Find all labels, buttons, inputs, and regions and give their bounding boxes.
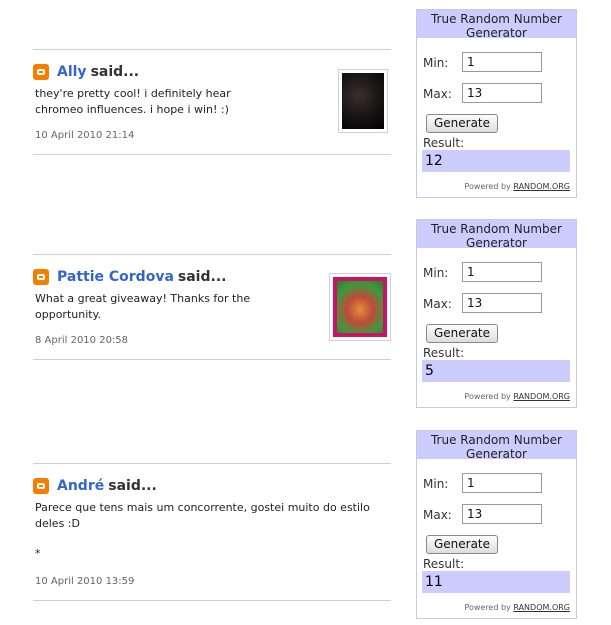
widget-title: True Random Number Generator [417,431,576,461]
widget-title: True Random Number Generator [417,220,576,250]
comment-text: What a great giveaway! Thanks for the op… [35,292,251,321]
comment-header: André said... [33,478,157,494]
max-label: Max: [423,87,452,101]
comment-block: Pattie Cordova said... What a great give… [33,254,391,360]
said-label: said... [177,269,227,285]
random-org-link[interactable]: RANDOM.ORG [513,392,570,401]
result-value: 12 [422,150,570,172]
said-label: said... [108,478,157,494]
powered-by: Powered by RANDOM.ORG [464,182,570,191]
comment-header: Pattie Cordova said... [33,269,226,285]
comment-date[interactable]: 10 April 2010 13:59 [35,576,134,587]
comment-block: Ally said... they're pretty cool! i defi… [33,49,391,155]
powered-by: Powered by RANDOM.ORG [464,392,570,401]
comment-extra: * [35,547,41,560]
powered-by-text: Powered by [464,392,511,401]
comment-header: Ally said... [33,64,139,80]
powered-by: Powered by RANDOM.ORG [464,603,570,612]
generate-button[interactable]: Generate [426,324,498,343]
min-input[interactable]: 1 [462,262,542,282]
min-label: Min: [423,56,449,70]
avatar[interactable] [338,69,388,133]
comment-date[interactable]: 8 April 2010 20:58 [35,335,128,346]
powered-by-text: Powered by [464,182,511,191]
max-input[interactable]: 13 [462,293,542,313]
result-label: Result: [423,557,465,571]
result-value: 11 [422,571,570,593]
blogger-icon [33,478,49,494]
min-label: Min: [423,266,449,280]
comment-date[interactable]: 10 April 2010 21:14 [35,130,134,141]
random-org-link[interactable]: RANDOM.ORG [513,603,570,612]
widget-title: True Random Number Generator [417,10,576,40]
random-number-widget: True Random Number Generator Min: 1 Max:… [416,430,577,619]
random-org-link[interactable]: RANDOM.ORG [513,182,570,191]
powered-by-text: Powered by [464,603,511,612]
min-input[interactable]: 1 [462,473,542,493]
comment-author-link[interactable]: Pattie Cordova [57,269,174,285]
max-label: Max: [423,297,452,311]
comment-block: André said... Parece que tens mais um co… [33,463,391,601]
random-number-widget: True Random Number Generator Min: 1 Max:… [416,219,577,408]
comment-text: Parece que tens mais um concorrente, gos… [35,501,370,530]
result-label: Result: [423,136,465,150]
comment-author-link[interactable]: André [57,478,104,494]
max-label: Max: [423,508,452,522]
result-label: Result: [423,346,465,360]
avatar[interactable] [329,273,391,341]
result-value: 5 [422,360,570,382]
generate-button[interactable]: Generate [426,114,498,133]
max-input[interactable]: 13 [462,83,542,103]
max-input[interactable]: 13 [462,504,542,524]
min-input[interactable]: 1 [462,52,542,72]
min-label: Min: [423,477,449,491]
random-number-widget: True Random Number Generator Min: 1 Max:… [416,9,577,198]
blogger-icon [33,269,49,285]
blogger-icon [33,64,49,80]
comment-text: they're pretty cool! i definitely hear c… [35,87,231,116]
generate-button[interactable]: Generate [426,535,498,554]
said-label: said... [90,64,140,80]
comment-author-link[interactable]: Ally [57,64,87,80]
